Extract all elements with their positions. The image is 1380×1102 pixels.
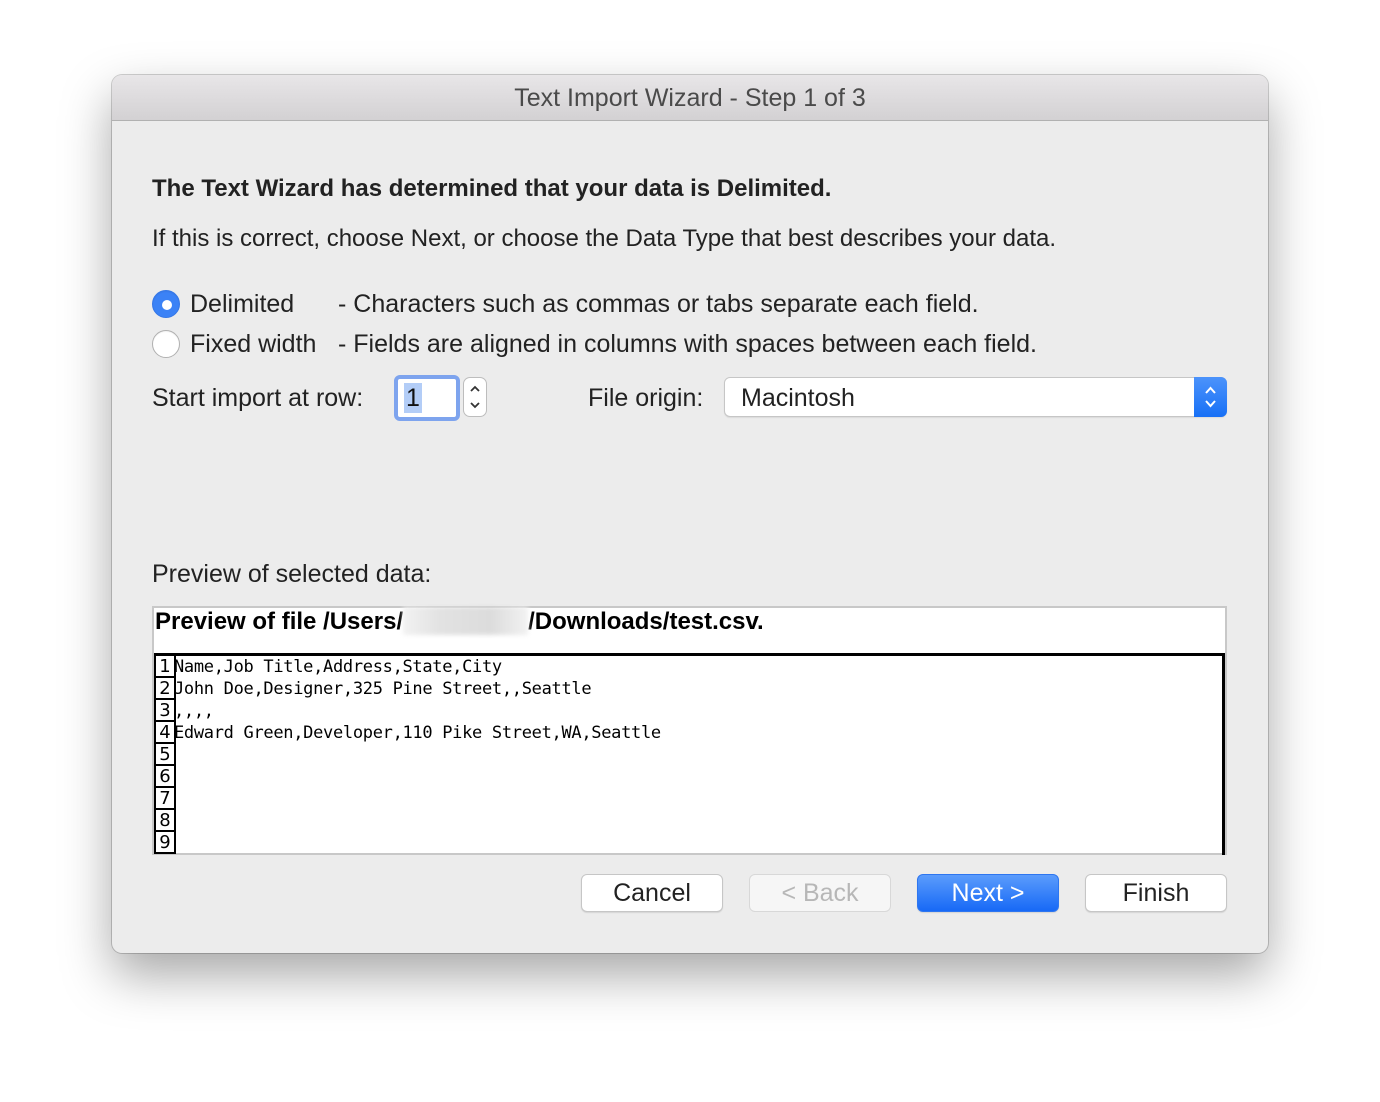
line-number: 4 (154, 722, 176, 744)
data-preview[interactable]: Preview of file /Users/ /Downloads/test.c… (152, 606, 1227, 855)
start-row-label: Start import at row: (152, 384, 364, 412)
preview-title-suffix: /Downloads/test.csv. (528, 608, 764, 635)
line-text: Edward Green,Developer,110 Pike Street,W… (174, 723, 661, 743)
preview-label: Preview of selected data: (152, 560, 432, 588)
line-number: 5 (154, 744, 176, 766)
preview-line: 3,,,, (154, 700, 1222, 722)
chevron-down-icon[interactable] (469, 399, 481, 411)
preview-line: 9 (154, 832, 1222, 854)
radio-fixed-width-description: - Fields are aligned in columns with spa… (338, 329, 1037, 358)
preview-line: 2 John Doe,Designer,325 Pine Street,,Seat… (154, 678, 1222, 700)
line-number: 2 (154, 678, 176, 700)
preview-line: 7 (154, 788, 1222, 810)
line-number: 8 (154, 810, 176, 832)
radio-button-checked-icon[interactable] (152, 290, 180, 318)
cancel-button[interactable]: Cancel (581, 874, 723, 912)
line-number: 1 (154, 656, 176, 678)
finish-button[interactable]: Finish (1085, 874, 1227, 912)
radio-fixed-width-label: Fixed width (190, 329, 317, 358)
line-number: 3 (154, 700, 176, 722)
redacted-username (403, 606, 529, 635)
start-row-stepper[interactable] (463, 377, 487, 417)
preview-title-prefix: Preview of file /Users/ (155, 608, 404, 635)
select-arrows-icon[interactable] (1194, 377, 1227, 417)
next-button[interactable]: Next > (917, 874, 1059, 912)
wizard-heading: The Text Wizard has determined that your… (152, 175, 832, 202)
radio-fixed-width[interactable]: Fixed width - Fields are aligned in colu… (152, 328, 1037, 360)
window-title: Text Import Wizard - Step 1 of 3 (112, 75, 1268, 121)
preview-line: 6 (154, 766, 1222, 788)
radio-delimited-description: - Characters such as commas or tabs sepa… (338, 289, 979, 318)
preview-lines: 1 Name,Job Title,Address,State,City 2 John … (154, 653, 1225, 855)
start-row-input[interactable]: 1 (394, 375, 460, 421)
text-import-wizard-dialog: Text Import Wizard - Step 1 of 3 The Tex… (112, 75, 1268, 953)
back-button[interactable]: < Back (749, 874, 891, 912)
preview-line: 1 Name,Job Title,Address,State,City (154, 656, 1222, 678)
line-text: ,,,, (174, 701, 214, 721)
line-text: Name,Job Title,Address,State,City (174, 657, 502, 677)
line-number: 7 (154, 788, 176, 810)
start-row-value: 1 (404, 383, 422, 413)
preview-line: 8 (154, 810, 1222, 832)
wizard-instructions: If this is correct, choose Next, or choo… (152, 225, 1057, 252)
file-origin-value: Macintosh (741, 384, 855, 412)
line-number: 9 (154, 832, 176, 854)
radio-button-unchecked-icon[interactable] (152, 330, 180, 358)
preview-line: 5 (154, 744, 1222, 766)
radio-delimited-label: Delimited (190, 289, 295, 318)
chevron-up-icon[interactable] (469, 383, 481, 395)
preview-line: 4 Edward Green,Developer,110 Pike Street,… (154, 722, 1222, 744)
file-origin-select[interactable]: Macintosh (724, 377, 1227, 417)
preview-file-title: Preview of file /Users/ /Downloads/test.c… (155, 606, 764, 636)
file-origin-label: File origin: (588, 384, 704, 412)
radio-delimited[interactable]: Delimited - Characters such as commas or… (152, 288, 979, 320)
line-text: John Doe,Designer,325 Pine Street,,Seatt… (174, 679, 592, 699)
line-number: 6 (154, 766, 176, 788)
